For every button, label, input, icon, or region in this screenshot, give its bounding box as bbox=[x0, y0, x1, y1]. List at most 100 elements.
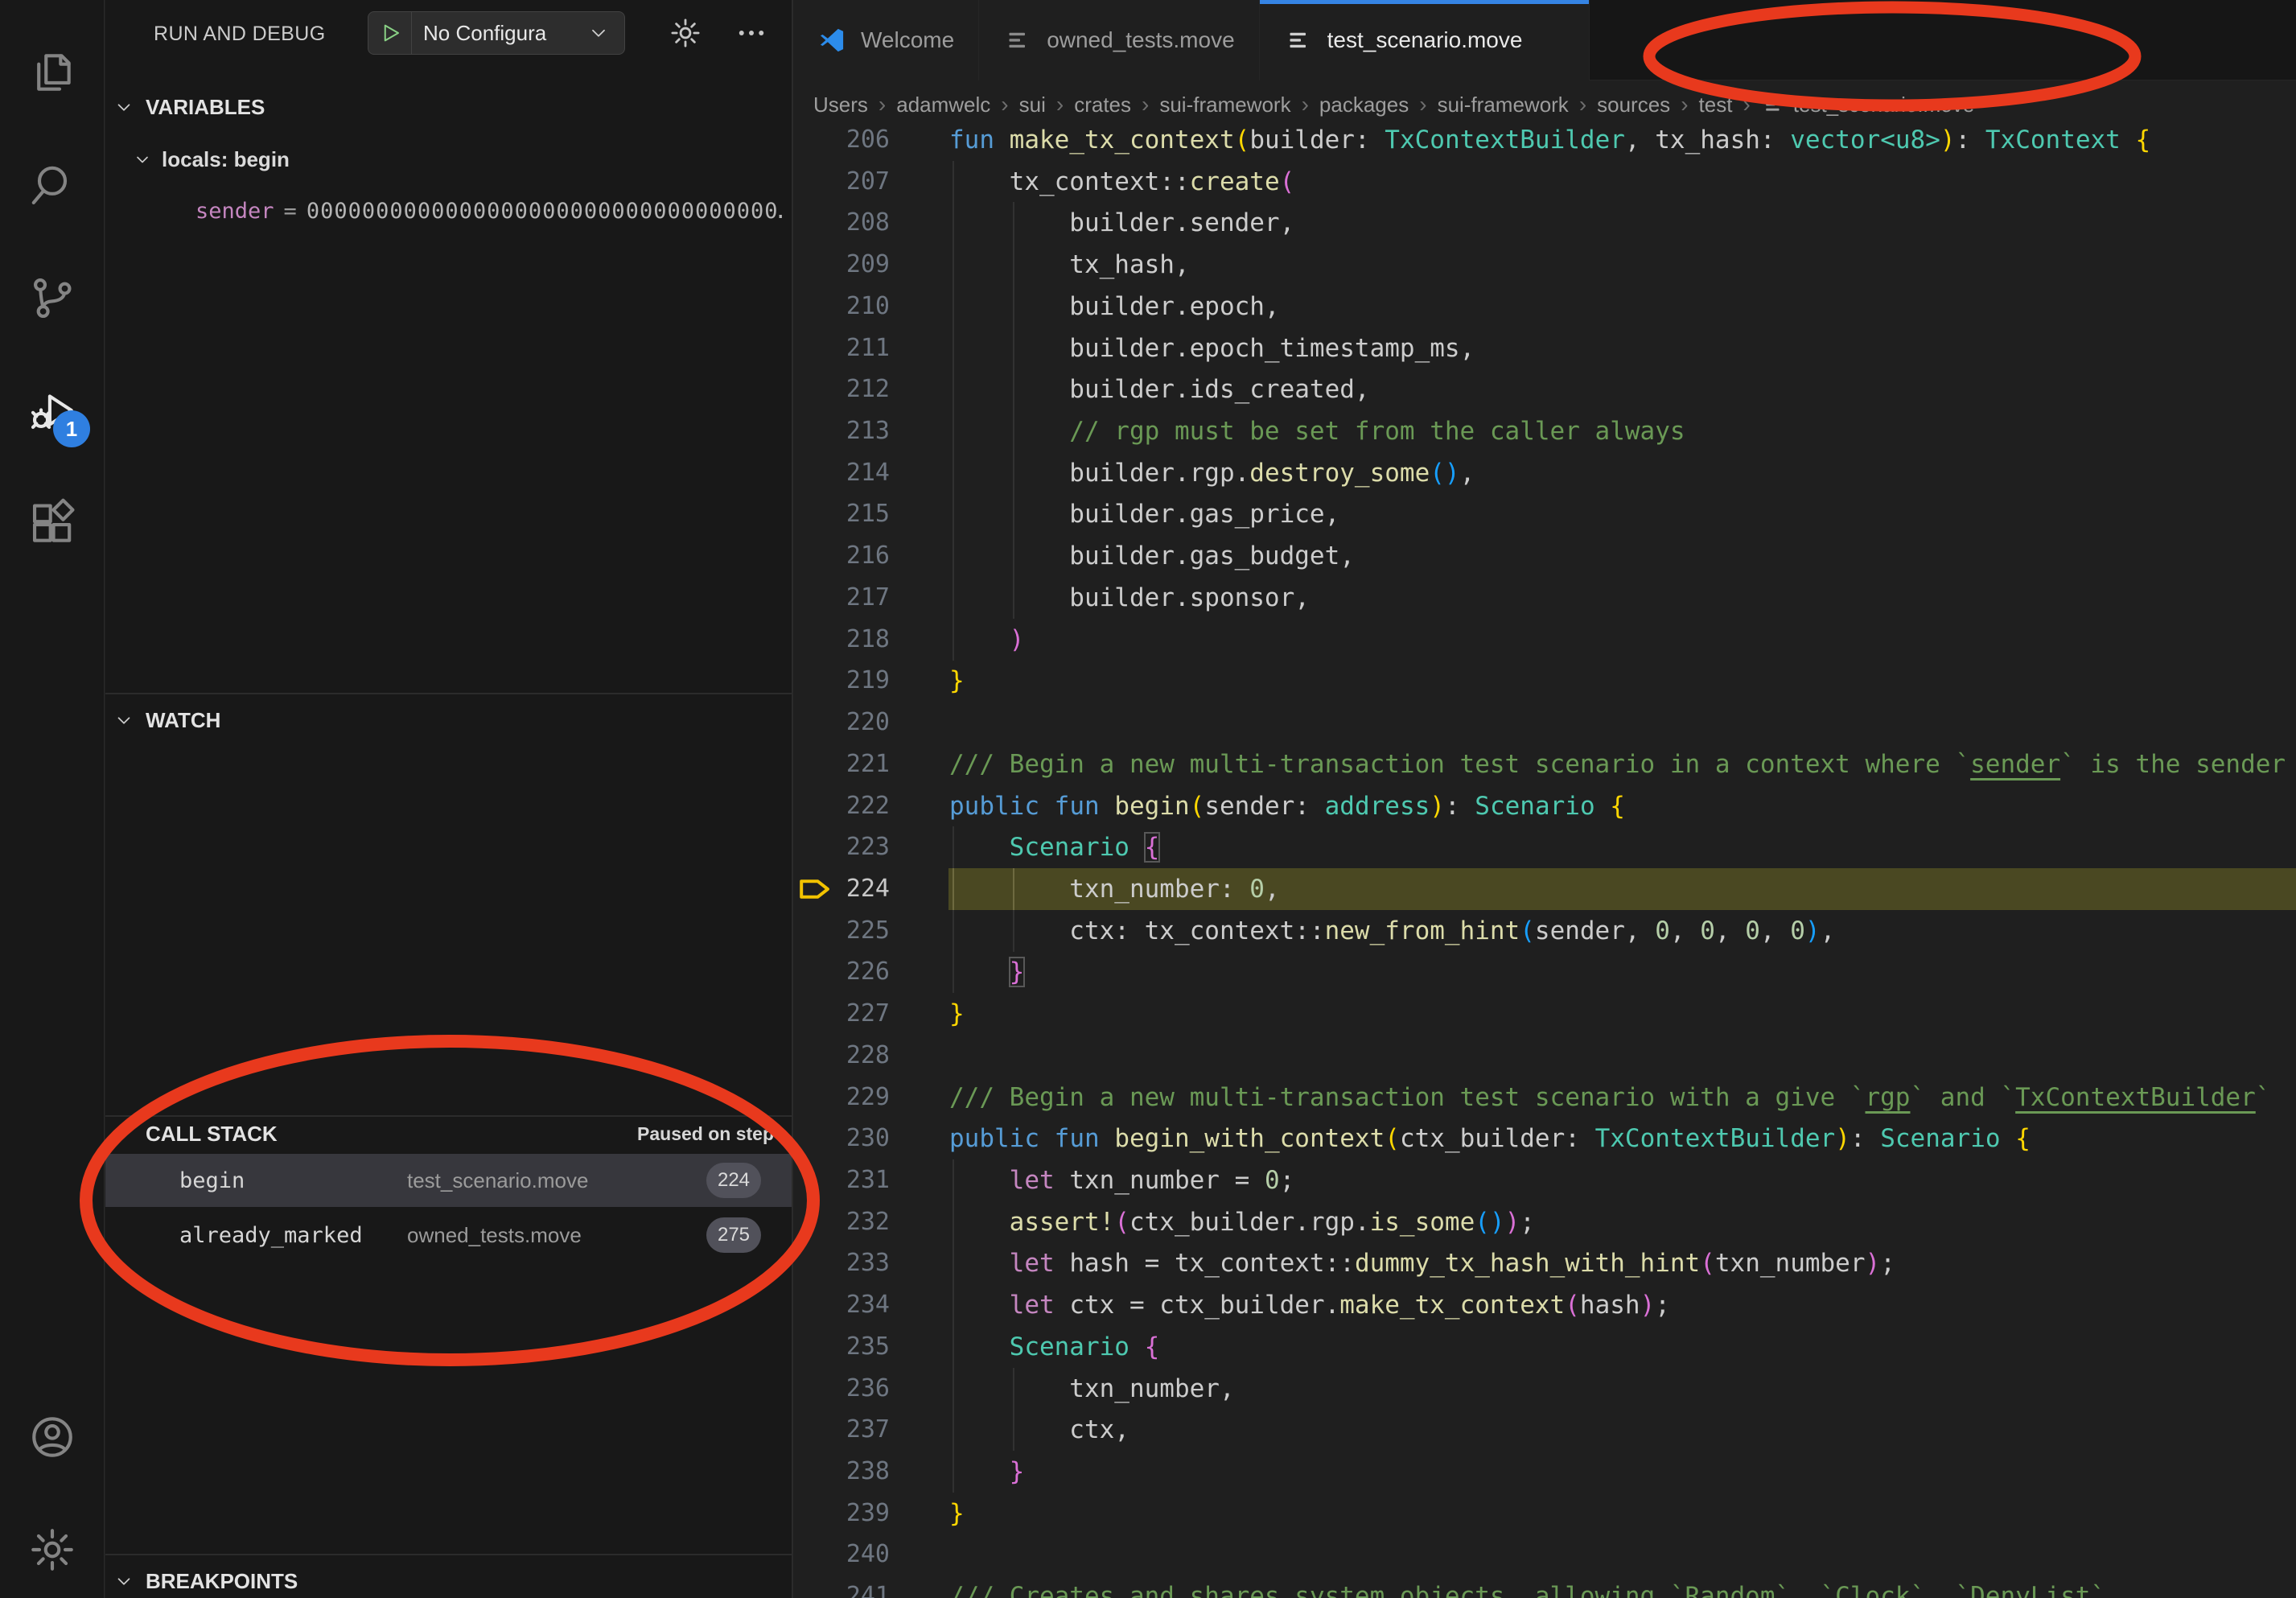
code-line-232: 232 assert!(ctx_builder.rgp.is_some()); bbox=[793, 1201, 2296, 1243]
files-icon bbox=[27, 47, 77, 97]
code-editor[interactable]: 206fun make_tx_context(builder: TxContex… bbox=[793, 0, 2296, 1598]
code-line-207: 207 tx_context::create( bbox=[793, 161, 2296, 203]
breadcrumb-item[interactable]: sources bbox=[1597, 93, 1670, 117]
breadcrumb-item[interactable]: sui bbox=[1019, 93, 1046, 117]
breadcrumb-item[interactable]: Users bbox=[813, 93, 868, 117]
call-stack-frame-begin[interactable]: begintest_scenario.move224 bbox=[105, 1154, 793, 1207]
code-text: builder.gas_price, bbox=[949, 493, 1339, 535]
tab-owned-tests-move[interactable]: owned_tests.move bbox=[979, 0, 1259, 80]
code-text: } bbox=[949, 660, 965, 702]
frame-line-badge: 275 bbox=[706, 1217, 761, 1253]
line-number: 216 bbox=[793, 535, 890, 577]
breadcrumb-item[interactable]: crates bbox=[1074, 93, 1131, 117]
code-line-225: 225 ctx: tx_context::new_from_hint(sende… bbox=[793, 910, 2296, 952]
chevron-right-icon: › bbox=[1046, 92, 1074, 117]
line-number: 212 bbox=[793, 369, 890, 410]
breadcrumb-item[interactable]: adamwelc bbox=[896, 93, 990, 117]
code-line-230: 230public fun begin_with_context(ctx_bui… bbox=[793, 1118, 2296, 1159]
breadcrumb-file[interactable]: test_scenario.move bbox=[1761, 93, 1974, 117]
activity-item-explorer[interactable] bbox=[0, 24, 105, 121]
code-line-213: 213 // rgp must be set from the caller a… bbox=[793, 410, 2296, 452]
variables-header-label: VARIABLES bbox=[146, 95, 265, 120]
call-stack-section-header[interactable]: CALL STACK Paused on step bbox=[105, 1117, 793, 1151]
activity-item-source-control[interactable] bbox=[0, 249, 105, 346]
watch-section-header[interactable]: WATCH bbox=[105, 703, 793, 737]
code-text: assert!(ctx_builder.rgp.is_some()); bbox=[949, 1201, 1535, 1243]
code-text: /// Creates and shares system objects, a… bbox=[949, 1575, 2105, 1598]
line-number: 213 bbox=[793, 410, 890, 452]
variables-scope-row[interactable]: locals: begin bbox=[133, 142, 290, 177]
vscode-window: 1 RUN AND DEBUG No Configura VARIABLES l… bbox=[0, 0, 2296, 1598]
tab-welcome[interactable]: Welcome bbox=[793, 0, 979, 80]
line-number: 208 bbox=[793, 202, 890, 244]
code-text: let hash = tx_context::dummy_tx_hash_wit… bbox=[949, 1242, 1895, 1284]
more-actions-icon[interactable] bbox=[734, 16, 768, 54]
breadcrumb-item[interactable]: packages bbox=[1319, 93, 1409, 117]
code-text: builder.epoch, bbox=[949, 286, 1280, 327]
code-text: txn_number: 0, bbox=[949, 868, 1280, 910]
call-stack-frame-already_marked[interactable]: already_markedowned_tests.move275 bbox=[105, 1209, 793, 1262]
variable-row[interactable]: sender = 0000000000000000000000000000000… bbox=[195, 193, 783, 229]
debug-settings-gear-icon[interactable] bbox=[669, 16, 702, 54]
code-line-236: 236 txn_number, bbox=[793, 1368, 2296, 1410]
line-number: 226 bbox=[793, 951, 890, 993]
line-number: 215 bbox=[793, 493, 890, 535]
run-and-debug-sidebar: RUN AND DEBUG No Configura VARIABLES loc… bbox=[105, 0, 793, 1598]
line-number: 232 bbox=[793, 1201, 890, 1243]
code-text: builder.sender, bbox=[949, 202, 1294, 244]
breadcrumb-file-label: test_scenario.move bbox=[1793, 93, 1974, 117]
activity-item-accounts[interactable] bbox=[0, 1389, 105, 1485]
code-text: tx_hash, bbox=[949, 244, 1190, 286]
chevron-down-icon bbox=[113, 710, 134, 731]
code-text: Scenario { bbox=[949, 1326, 1159, 1368]
breakpoints-section-header[interactable]: BREAKPOINTS bbox=[105, 1564, 793, 1598]
breadcrumb-item[interactable]: test bbox=[1699, 93, 1733, 117]
activity-item-run-and-debug[interactable]: 1 bbox=[0, 362, 105, 459]
chevron-down-icon bbox=[582, 23, 615, 43]
line-number: 231 bbox=[793, 1159, 890, 1201]
frame-file: owned_tests.move bbox=[407, 1223, 582, 1248]
run-configuration-dropdown[interactable]: No Configura bbox=[368, 11, 625, 55]
code-text: public fun begin_with_context(ctx_builde… bbox=[949, 1118, 2031, 1159]
line-number: 209 bbox=[793, 244, 890, 286]
tab-label: test_scenario.move bbox=[1327, 27, 1523, 53]
code-line-234: 234 let ctx = ctx_builder.make_tx_contex… bbox=[793, 1284, 2296, 1326]
tab-label: owned_tests.move bbox=[1047, 27, 1234, 53]
code-text: builder.gas_budget, bbox=[949, 535, 1355, 577]
chevron-right-icon: › bbox=[990, 92, 1018, 117]
vscode-logo-icon bbox=[817, 26, 846, 55]
activity-item-extensions[interactable] bbox=[0, 475, 105, 571]
code-text: builder.epoch_timestamp_ms, bbox=[949, 327, 1475, 369]
code-line-220: 220 bbox=[793, 702, 2296, 743]
code-text: builder.sponsor, bbox=[949, 577, 1310, 619]
breadcrumb-item[interactable]: sui-framework bbox=[1438, 93, 1569, 117]
code-line-216: 216 builder.gas_budget, bbox=[793, 535, 2296, 577]
start-debugging-icon[interactable] bbox=[368, 12, 412, 54]
code-text: ) bbox=[949, 619, 1024, 661]
breadcrumb-item[interactable]: sui-framework bbox=[1159, 93, 1290, 117]
chevron-right-icon: › bbox=[1670, 92, 1698, 117]
tab-test-scenario-move[interactable]: test_scenario.move bbox=[1260, 0, 1590, 80]
code-line-208: 208 builder.sender, bbox=[793, 202, 2296, 244]
line-number: 237 bbox=[793, 1409, 890, 1451]
code-text: /// Begin a new multi-transaction test s… bbox=[949, 743, 2286, 785]
line-number: 223 bbox=[793, 826, 890, 868]
equals-sign: = bbox=[274, 199, 307, 224]
code-text: // rgp must be set from the caller alway… bbox=[949, 410, 1685, 452]
code-text: builder.rgp.destroy_some(), bbox=[949, 452, 1475, 494]
line-number: 221 bbox=[793, 743, 890, 785]
activity-item-settings[interactable] bbox=[0, 1501, 105, 1598]
tab-label: Welcome bbox=[861, 27, 954, 53]
sidebar-header: RUN AND DEBUG No Configura bbox=[105, 0, 792, 68]
line-number: 241 bbox=[793, 1575, 890, 1598]
breadcrumb[interactable]: Users›adamwelc›sui›crates›sui-framework›… bbox=[793, 80, 2296, 129]
line-number: 233 bbox=[793, 1242, 890, 1284]
paused-status-badge: Paused on step bbox=[637, 1117, 774, 1151]
code-line-211: 211 builder.epoch_timestamp_ms, bbox=[793, 327, 2296, 369]
line-number: 217 bbox=[793, 577, 890, 619]
chevron-down-icon bbox=[113, 1123, 134, 1144]
chevron-right-icon: › bbox=[868, 92, 896, 117]
code-line-228: 228 bbox=[793, 1035, 2296, 1077]
variables-section-header[interactable]: VARIABLES bbox=[105, 90, 793, 124]
activity-item-search[interactable] bbox=[0, 137, 105, 233]
